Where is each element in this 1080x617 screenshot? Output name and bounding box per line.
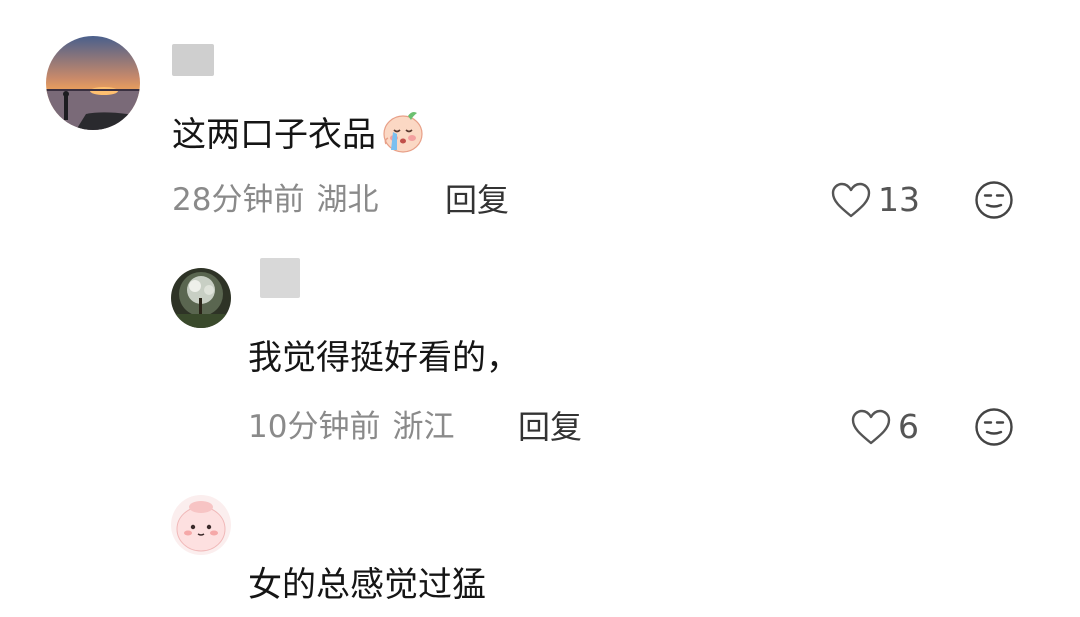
comment-text: 女的总感觉过猛 (248, 563, 486, 607)
comment-time: 10分钟前 (248, 409, 381, 445)
user-avatar[interactable] (46, 36, 140, 130)
comment-location: 浙江 (392, 409, 455, 445)
like-count: 13 (878, 180, 920, 219)
comment-meta: 10分钟前 浙江 (248, 407, 454, 447)
username-blurred[interactable] (260, 258, 300, 298)
heart-outline-icon (850, 408, 892, 446)
tree-night-avatar (171, 268, 231, 328)
comment-text-body: 女的总感觉过猛 (248, 565, 486, 605)
heart-outline-icon (830, 181, 872, 219)
neutral-face-icon[interactable] (974, 407, 1014, 447)
like-count: 6 (898, 407, 919, 446)
like-button[interactable]: 13 (830, 180, 920, 220)
pink-bun-avatar (171, 495, 231, 555)
comment-text: 我觉得挺好看的， (248, 336, 520, 380)
comment-text: 这两口子衣品 (172, 108, 426, 157)
user-avatar[interactable] (171, 495, 231, 555)
crying-peach-emoji-icon (380, 108, 426, 154)
comment-time: 28分钟前 (172, 182, 305, 218)
like-button[interactable]: 6 (850, 407, 919, 447)
username-blurred[interactable] (172, 44, 214, 76)
sunset-lake-avatar (46, 36, 140, 130)
comment-text-body: 我觉得挺好看的， (248, 338, 520, 378)
comment-meta: 28分钟前 湖北 (172, 180, 378, 220)
comment-text-body: 这两口子衣品 (172, 115, 376, 155)
user-avatar[interactable] (171, 268, 231, 328)
neutral-face-icon[interactable] (974, 180, 1014, 220)
comment-location: 湖北 (316, 182, 379, 218)
reply-button[interactable]: 回复 (518, 407, 582, 447)
reply-button[interactable]: 回复 (445, 180, 509, 220)
